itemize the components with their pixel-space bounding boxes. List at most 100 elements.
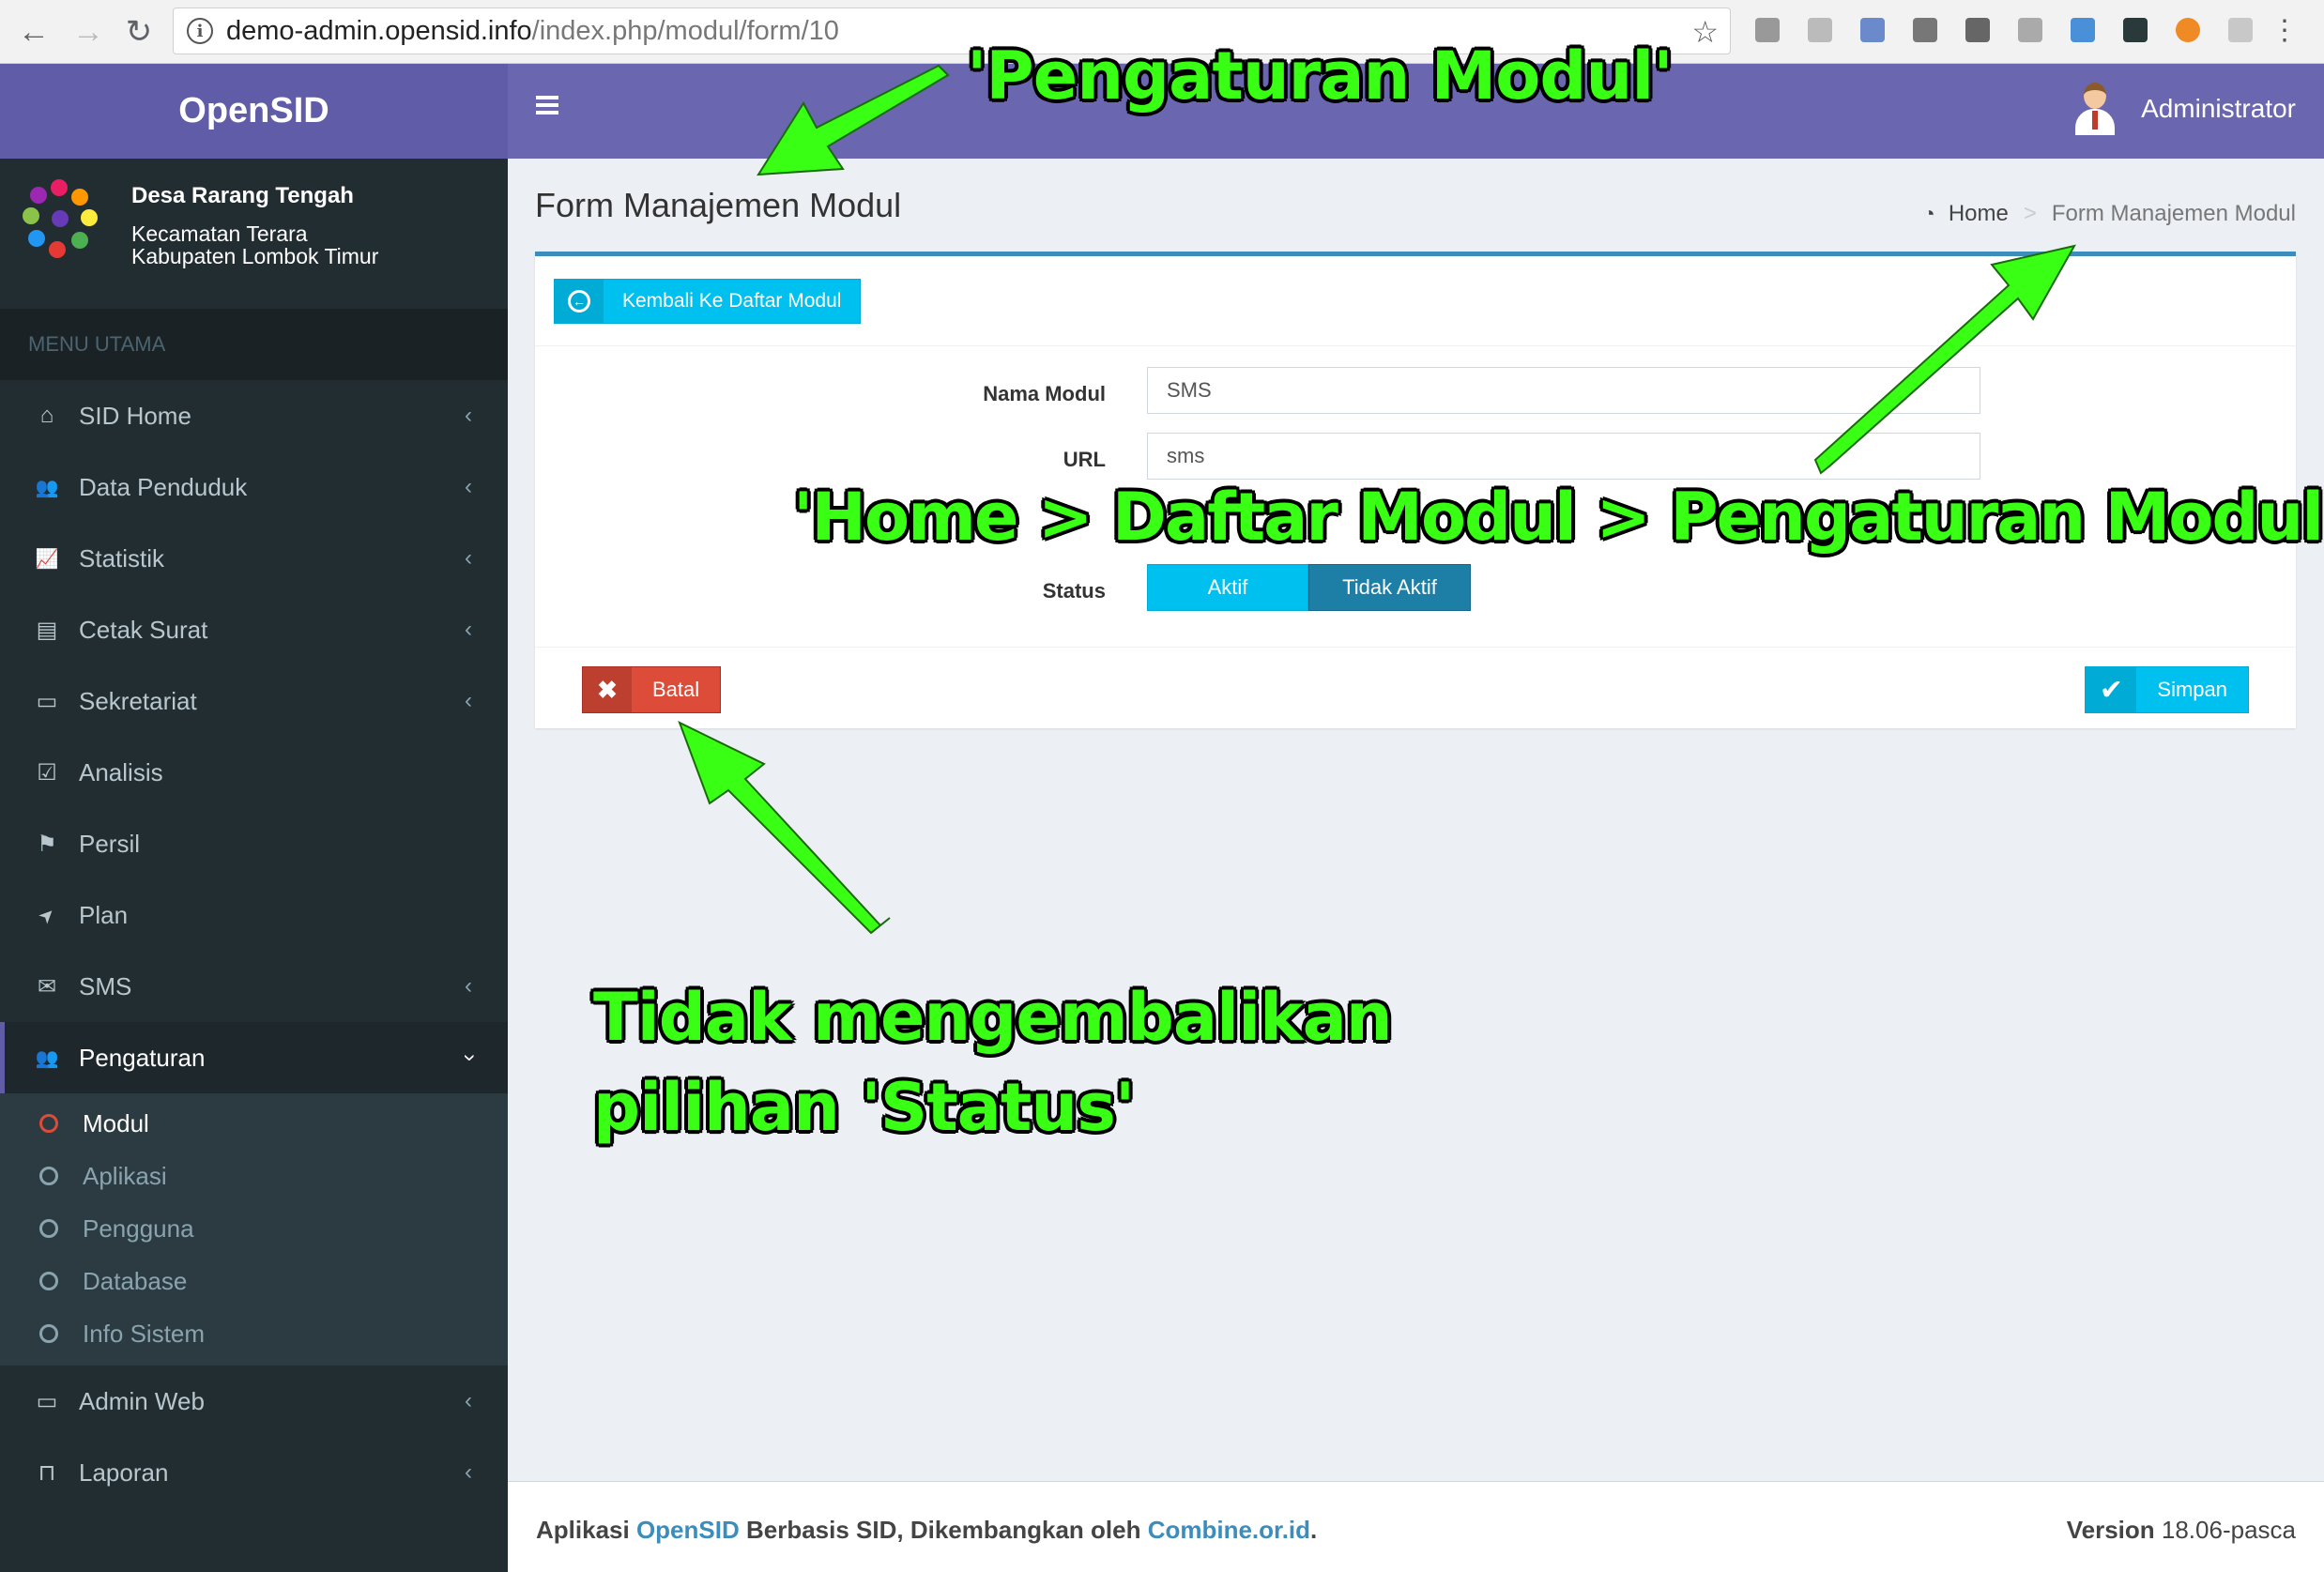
village-subtitle: Kecamatan Terara Kabupaten Lombok Timur: [131, 222, 378, 267]
village-district: Kecamatan Terara: [131, 221, 308, 246]
module-name-input[interactable]: [1147, 367, 1980, 414]
chevron-left-icon: ‹: [465, 617, 472, 642]
submenu-item-modul[interactable]: Modul: [0, 1097, 508, 1150]
button-label: Batal: [652, 678, 700, 701]
village-name: Desa Rarang Tengah: [131, 183, 354, 208]
sidebar-item-label: Persil: [79, 829, 141, 858]
close-icon: ✖: [583, 667, 632, 712]
field-label: Nama Modul: [983, 382, 1106, 405]
user-name: Administrator: [2141, 94, 2296, 123]
chevron-left-icon: ‹: [465, 545, 472, 571]
home-icon: ⌂: [39, 403, 54, 428]
sidebar-item-sms[interactable]: ✉ SMS ‹: [0, 951, 508, 1022]
forward-icon[interactable]: →: [62, 6, 115, 58]
page-footer: Aplikasi OpenSID Berbasis SID, Dikembang…: [508, 1481, 2324, 1572]
annotation-top: 'Pengaturan Modul': [967, 38, 1674, 114]
submenu-item-label: Aplikasi: [83, 1161, 167, 1190]
user-menu[interactable]: Administrator: [2072, 83, 2296, 135]
submenu-item-pengguna[interactable]: Pengguna: [0, 1202, 508, 1255]
sidebar-item-pengaturan[interactable]: 👥 Pengaturan ‹: [0, 1022, 508, 1093]
sidebar-item-label: Laporan: [79, 1458, 169, 1487]
annotation-arrow-bottom: [678, 721, 891, 935]
chevron-left-icon: ‹: [465, 973, 472, 999]
envelope-icon: ✉: [37, 973, 57, 1000]
sidebar: Desa Rarang Tengah Kecamatan Terara Kabu…: [0, 159, 508, 1572]
chevron-left-icon: ‹: [465, 1459, 472, 1485]
sidebar-item-label: Plan: [79, 900, 129, 929]
extension-icon[interactable]: [2116, 9, 2155, 51]
extension-icon[interactable]: [1958, 9, 1997, 51]
box-header: ← Kembali Ke Daftar Modul: [535, 256, 2296, 346]
reload-icon[interactable]: ↻: [113, 6, 165, 58]
sidebar-item-label: Data Penduduk: [79, 472, 248, 501]
status-tidak-aktif-button[interactable]: Tidak Aktif: [1308, 564, 1471, 611]
chevron-left-icon: ‹: [465, 403, 472, 428]
sidebar-item-sid-home[interactable]: ⌂ SID Home ‹: [0, 380, 508, 451]
sidebar-item-statistik[interactable]: 📈 Statistik ‹: [0, 523, 508, 594]
extension-icon[interactable]: [1905, 9, 1945, 51]
chevron-left-icon: ‹: [465, 688, 472, 713]
dashboard-icon: ◔: [1922, 202, 1935, 225]
sidebar-item-sekretariat[interactable]: ▭ Sekretariat ‹: [0, 665, 508, 737]
hamburger-icon[interactable]: [536, 96, 558, 114]
save-button[interactable]: ✔ Simpan: [2085, 666, 2249, 713]
chevron-left-icon: ‹: [465, 474, 472, 499]
circle-icon: [39, 1272, 58, 1290]
form-row-url: URL: [535, 431, 2296, 481]
version-label: Version: [2066, 1516, 2155, 1544]
extension-icon[interactable]: [2011, 9, 2050, 51]
submenu-item-label: Pengguna: [83, 1213, 194, 1243]
sidebar-item-laporan[interactable]: ⊓ Laporan ‹: [0, 1437, 508, 1508]
back-icon[interactable]: ←: [8, 6, 60, 58]
extension-icon[interactable]: [1853, 9, 1892, 51]
submenu-item-info-sistem[interactable]: Info Sistem: [0, 1307, 508, 1360]
cancel-button[interactable]: ✖ Batal: [582, 666, 722, 713]
sidebar-item-admin-web[interactable]: ▭ Admin Web ‹: [0, 1366, 508, 1437]
check-square-icon: ☑: [37, 759, 57, 786]
book-icon: ▤: [36, 617, 58, 643]
chevron-left-icon: ‹: [465, 1388, 472, 1413]
extension-icon[interactable]: [2168, 9, 2208, 51]
back-to-module-list-button[interactable]: ← Kembali Ke Daftar Modul: [554, 279, 862, 324]
opensid-link[interactable]: OpenSID: [636, 1516, 740, 1544]
annotation-middle: 'Home > Daftar Modul > Pengaturan Modul': [793, 479, 2324, 556]
info-icon[interactable]: i: [187, 18, 213, 44]
field-label: Status: [1042, 579, 1106, 603]
village-panel: Desa Rarang Tengah Kecamatan Terara Kabu…: [0, 159, 508, 309]
footer-text-prefix: Aplikasi: [536, 1516, 630, 1544]
circle-icon: [39, 1167, 58, 1185]
menu-dots-icon[interactable]: ⋮: [2270, 9, 2299, 51]
url-input[interactable]: [1147, 433, 1980, 480]
village-logo: [23, 179, 101, 260]
annotation-bottom-line1: Tidak mengembalikan: [593, 979, 1393, 1056]
extension-icon[interactable]: [1748, 9, 1787, 51]
app-logo[interactable]: OpenSID: [0, 64, 508, 159]
sidebar-item-data-penduduk[interactable]: 👥 Data Penduduk ‹: [0, 451, 508, 523]
location-arrow-icon: ➤: [34, 902, 61, 929]
sidebar-item-persil[interactable]: ⚑ Persil: [0, 808, 508, 879]
signpost-icon: ⚑: [37, 831, 57, 857]
sidebar-item-cetak-surat[interactable]: ▤ Cetak Surat ‹: [0, 594, 508, 665]
circle-icon: [39, 1324, 58, 1343]
status-aktif-button[interactable]: Aktif: [1147, 564, 1308, 611]
combine-link[interactable]: Combine.or.id: [1148, 1516, 1310, 1544]
extension-icon[interactable]: [1800, 9, 1840, 51]
sidebar-item-label: SMS: [79, 971, 132, 1000]
footer-text-middle: Berbasis SID, Dikembangkan oleh: [745, 1516, 1141, 1544]
sidebar-item-plan[interactable]: ➤ Plan: [0, 879, 508, 951]
breadcrumb-home[interactable]: Home: [1949, 201, 2009, 227]
submenu-item-label: Database: [83, 1266, 188, 1295]
extension-icon[interactable]: [2063, 9, 2102, 51]
users-icon: 👥: [35, 1047, 59, 1069]
extension-icon[interactable]: [2221, 9, 2260, 51]
submenu-item-aplikasi[interactable]: Aplikasi: [0, 1150, 508, 1202]
extension-icons: ⋮: [1748, 9, 2299, 51]
star-icon[interactable]: ☆: [1691, 14, 1719, 50]
submenu-item-database[interactable]: Database: [0, 1255, 508, 1307]
url-path: /index.php/modul/form/10: [531, 15, 839, 46]
sidebar-item-analisis[interactable]: ☑ Analisis: [0, 737, 508, 808]
users-icon: 👥: [35, 477, 59, 498]
button-label: Kembali Ke Daftar Modul: [622, 290, 842, 312]
box-footer: ✖ Batal ✔ Simpan: [535, 647, 2296, 733]
submenu-item-label: Info Sistem: [83, 1319, 206, 1348]
